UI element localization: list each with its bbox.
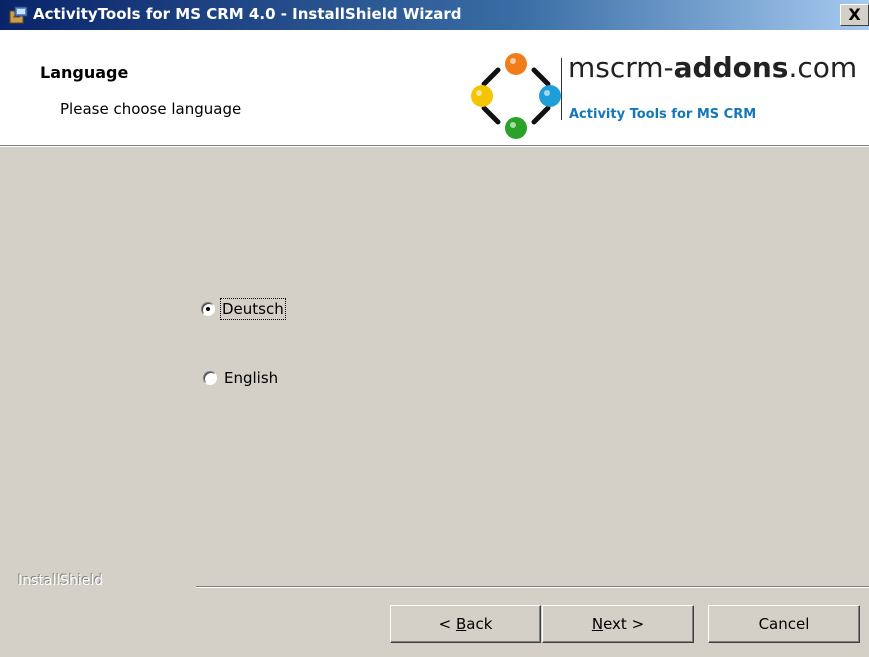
logo-tagline: Activity Tools for MS CRM xyxy=(569,107,757,122)
window-title: ActivityTools for MS CRM 4.0 - InstallSh… xyxy=(33,5,462,23)
next-button[interactable]: Next > xyxy=(542,605,694,643)
installshield-brand: InstallShield xyxy=(18,573,104,589)
page-subtitle: Please choose language xyxy=(60,100,242,118)
footer-divider-highlight xyxy=(196,587,869,588)
radio-button-english[interactable] xyxy=(203,371,217,385)
close-button[interactable]: X xyxy=(840,4,869,26)
logo-divider xyxy=(561,58,562,120)
installer-icon xyxy=(9,6,28,24)
radio-label-english[interactable]: English xyxy=(224,369,278,387)
title-bar[interactable]: ActivityTools for MS CRM 4.0 - InstallSh… xyxy=(0,0,869,30)
mscrm-addons-logo-icon xyxy=(471,53,561,139)
cancel-button[interactable]: Cancel xyxy=(708,605,860,643)
back-button[interactable]: < Back xyxy=(390,605,541,643)
logo-brand-text: mscrm-addons.com xyxy=(568,51,858,84)
header-divider-highlight xyxy=(0,146,869,147)
radio-label-deutsch[interactable]: Deutsch xyxy=(220,298,286,320)
radio-option-english[interactable]: English xyxy=(203,369,278,387)
wizard-header: Language Please choose language mscrm-ad… xyxy=(0,30,869,145)
page-title: Language xyxy=(40,63,129,82)
radio-button-deutsch[interactable] xyxy=(201,302,215,316)
radio-option-deutsch[interactable]: Deutsch xyxy=(201,298,286,320)
